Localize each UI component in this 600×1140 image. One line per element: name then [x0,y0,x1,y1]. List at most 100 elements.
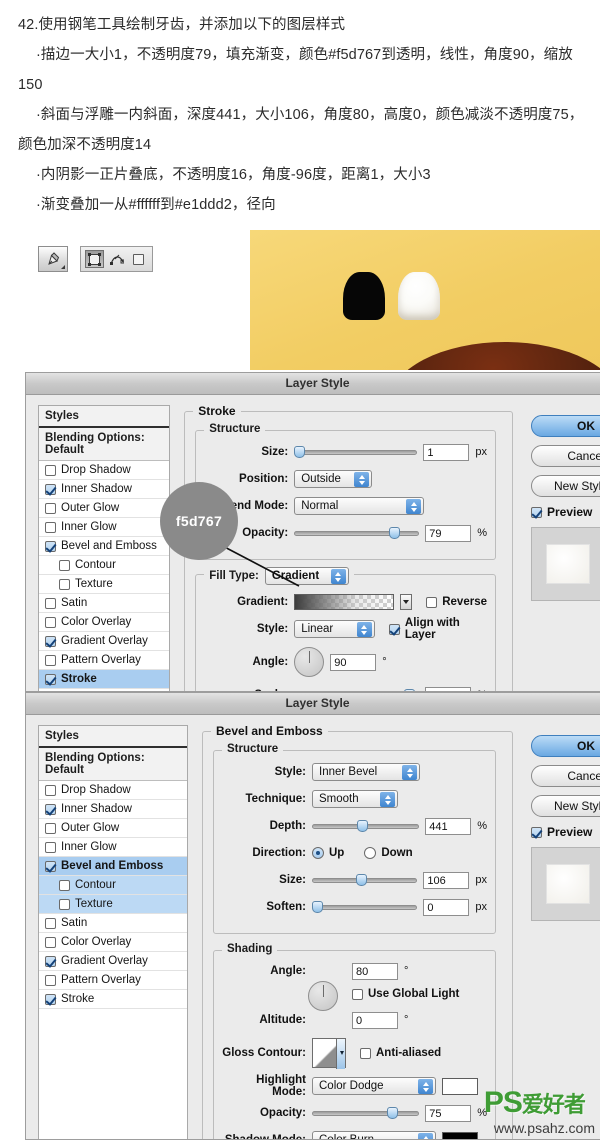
checkbox-satin[interactable] [45,597,56,609]
style-row-stroke[interactable]: Stroke [39,990,187,1009]
checkbox-outer-glow[interactable] [45,822,56,834]
checkbox-anti-aliased[interactable] [360,1047,371,1059]
highlight-opacity-slider[interactable] [312,1106,420,1120]
chevron-down-icon[interactable] [336,1039,345,1069]
style-row-inner-shadow[interactable]: Inner Shadow [39,480,170,499]
size-input[interactable]: 106 [423,871,470,889]
checkbox-texture[interactable] [59,578,70,590]
highlight-color-swatch[interactable] [442,1077,478,1095]
depth-slider[interactable] [312,819,420,833]
checkbox-preview[interactable] [531,506,542,518]
radio-direction-up[interactable]: Up [312,847,344,859]
checkbox-inner-glow[interactable] [45,841,56,853]
highlight-opacity-input[interactable]: 75 [425,1104,472,1122]
checkbox-align-with-layer[interactable] [388,623,400,635]
checkbox-inner-shadow[interactable] [45,483,56,495]
checkbox-contour[interactable] [59,879,70,891]
blending-options-row[interactable]: Blending Options: Default [39,428,170,461]
angle-input[interactable]: 90 [330,653,377,671]
new-style-button[interactable]: New Style... [531,475,600,497]
style-row-drop-shadow[interactable]: Drop Shadow [39,461,170,480]
new-style-button[interactable]: New Style... [531,795,600,817]
soften-input[interactable]: 0 [423,898,470,916]
style-row-contour[interactable]: Contour [39,876,187,895]
style-row-bevel-and-emboss[interactable]: Bevel and Emboss [39,857,187,876]
angle-input[interactable]: 80 [352,962,398,980]
checkbox-satin[interactable] [45,917,56,929]
align-with-layer-row[interactable]: Align with Layer [388,617,487,641]
position-select[interactable]: Outside [294,470,373,488]
preview-checkbox-row[interactable]: Preview [531,505,600,519]
size-slider[interactable] [294,445,418,459]
checkbox-stroke[interactable] [45,993,56,1005]
checkbox-drop-shadow[interactable] [45,784,56,796]
angle-dial[interactable] [294,647,325,677]
checkbox-color-overlay[interactable] [45,936,56,948]
checkbox-pattern-overlay[interactable] [45,974,56,986]
checkbox-bevel-and-emboss[interactable] [45,860,56,872]
gradient-swatch[interactable] [294,594,395,610]
radio-direction-down[interactable]: Down [364,847,413,859]
radio-down-icon[interactable] [364,847,377,859]
preview-checkbox-row[interactable]: Preview [531,825,600,839]
checkbox-gradient-overlay[interactable] [45,955,56,967]
opacity-slider[interactable] [294,526,420,540]
path-mode-group[interactable] [80,246,153,272]
gloss-contour-picker[interactable] [312,1038,346,1069]
style-row-pattern-overlay[interactable]: Pattern Overlay [39,651,170,670]
style-row-satin[interactable]: Satin [39,594,170,613]
checkbox-use-global-light[interactable] [352,988,363,1000]
cancel-button[interactable]: Cancel [531,445,600,467]
ok-button[interactable]: OK [531,735,600,757]
checkbox-pattern-overlay[interactable] [45,654,56,666]
size-slider[interactable] [312,873,418,887]
blending-options-row[interactable]: Blending Options: Default [39,748,187,781]
style-row-texture[interactable]: Texture [39,575,170,594]
anti-aliased-row[interactable]: Anti-aliased [360,1047,441,1059]
checkbox-bevel-and-emboss[interactable] [45,540,56,552]
style-row-contour[interactable]: Contour [39,556,170,575]
altitude-input[interactable]: 0 [352,1011,398,1029]
pen-tool-icon[interactable] [38,246,68,272]
cancel-button[interactable]: Cancel [531,765,600,787]
checkbox-stroke[interactable] [45,673,56,685]
options-toolbar[interactable] [38,246,153,272]
checkbox-drop-shadow[interactable] [45,464,56,476]
checkbox-reverse[interactable] [426,596,438,608]
checkbox-texture[interactable] [59,898,70,910]
shape-layers-icon[interactable] [85,250,104,268]
checkbox-preview[interactable] [531,826,542,838]
style-row-bevel-and-emboss[interactable]: Bevel and Emboss [39,537,170,556]
soften-slider[interactable] [312,900,418,914]
global-light-checkbox-row[interactable]: Use Global Light [352,988,459,1000]
paths-icon[interactable] [107,250,126,268]
styles-list-panel[interactable]: Styles Blending Options: Default Drop Sh… [38,725,188,1139]
checkbox-inner-shadow[interactable] [45,803,56,815]
style-row-stroke[interactable]: Stroke [39,670,170,689]
style-row-texture[interactable]: Texture [39,895,187,914]
bevel-style-select[interactable]: Inner Bevel [312,763,420,781]
style-row-color-overlay[interactable]: Color Overlay [39,933,187,952]
checkbox-color-overlay[interactable] [45,616,56,628]
ok-button[interactable]: OK [531,415,600,437]
style-row-gradient-overlay[interactable]: Gradient Overlay [39,632,170,651]
opacity-input[interactable]: 79 [425,524,472,542]
checkbox-inner-glow[interactable] [45,521,56,533]
style-row-drop-shadow[interactable]: Drop Shadow [39,781,187,800]
style-row-outer-glow[interactable]: Outer Glow [39,819,187,838]
checkbox-outer-glow[interactable] [45,502,56,514]
styles-list-panel[interactable]: Styles Blending Options: Default Drop Sh… [38,405,171,691]
style-row-inner-glow[interactable]: Inner Glow [39,518,170,537]
checkbox-contour[interactable] [59,559,70,571]
radio-up-icon[interactable] [312,847,324,859]
reverse-checkbox-row[interactable]: Reverse [426,596,487,608]
layer-style-dialog-bevel[interactable]: Layer Style Styles Blending Options: Def… [25,692,600,1140]
style-row-inner-glow[interactable]: Inner Glow [39,838,187,857]
fill-pixels-icon[interactable] [129,250,148,268]
style-row-outer-glow[interactable]: Outer Glow [39,499,170,518]
layer-style-dialog-stroke[interactable]: Layer Style Styles Blending Options: Def… [25,372,600,692]
style-row-satin[interactable]: Satin [39,914,187,933]
angle-dial[interactable] [308,981,338,1011]
style-row-color-overlay[interactable]: Color Overlay [39,613,170,632]
gradient-style-select[interactable]: Linear [294,620,375,638]
